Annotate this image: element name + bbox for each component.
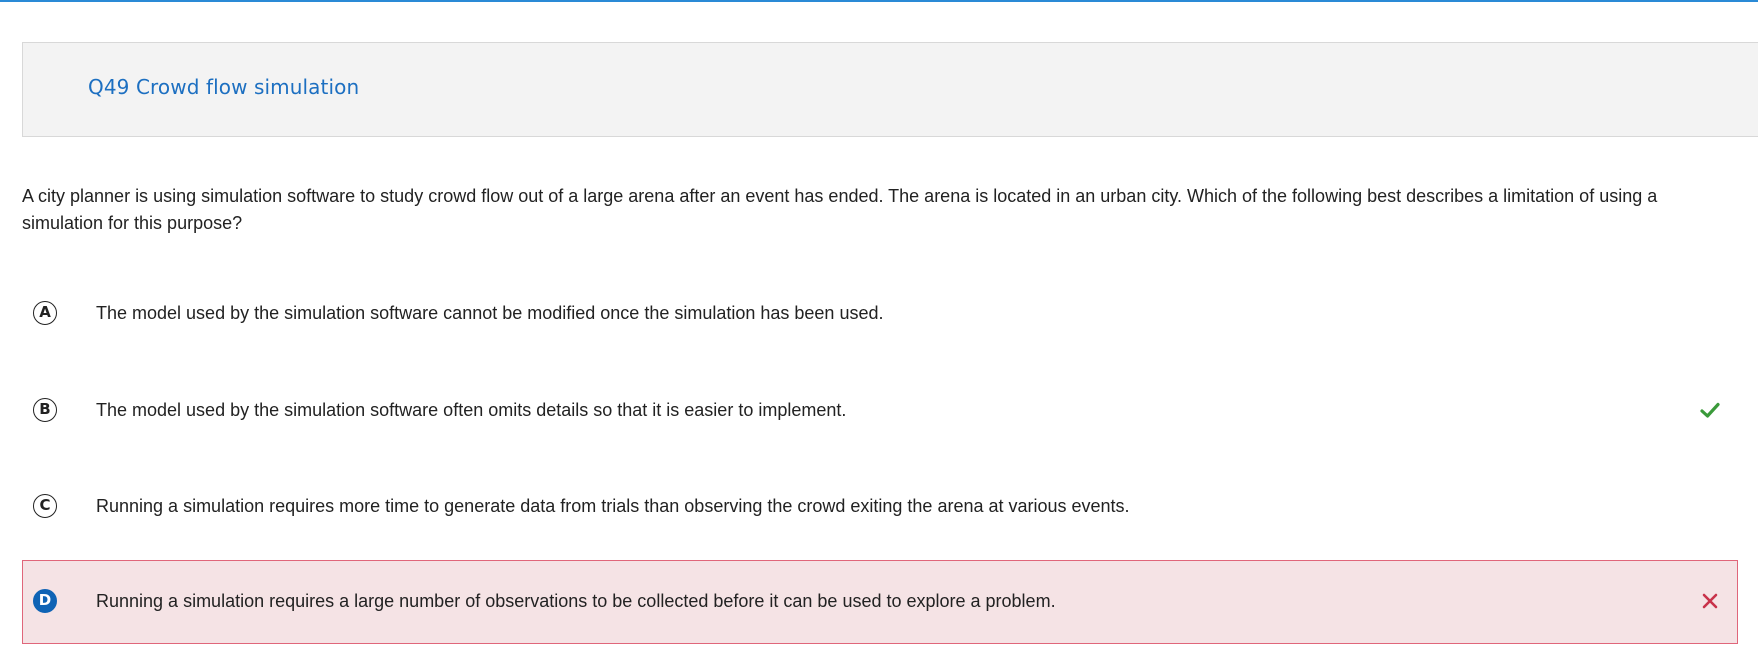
question-title: Q49 Crowd flow simulation bbox=[88, 75, 360, 99]
answer-choice-a[interactable]: A The model used by the simulation softw… bbox=[22, 272, 1738, 356]
choice-letter-c: C bbox=[33, 494, 57, 518]
choice-text-d: Running a simulation requires a large nu… bbox=[96, 591, 1056, 611]
choice-letter-b: B bbox=[33, 398, 57, 422]
answer-choice-c[interactable]: C Running a simulation requires more tim… bbox=[22, 465, 1738, 549]
choice-letter-a: A bbox=[33, 301, 57, 325]
question-header: Q49 Crowd flow simulation bbox=[22, 42, 1758, 137]
x-mark-icon bbox=[1702, 593, 1718, 609]
choice-text-b: The model used by the simulation softwar… bbox=[96, 400, 847, 420]
top-accent-rule bbox=[0, 0, 1758, 2]
answer-choice-b[interactable]: B The model used by the simulation softw… bbox=[22, 369, 1738, 453]
checkmark-icon bbox=[1700, 402, 1720, 418]
answer-choice-d[interactable]: D Running a simulation requires a large … bbox=[22, 560, 1738, 644]
choice-text-a: The model used by the simulation softwar… bbox=[96, 303, 884, 323]
choice-letter-d: D bbox=[33, 589, 57, 613]
question-prompt: A city planner is using simulation softw… bbox=[22, 186, 1658, 233]
choice-text-c: Running a simulation requires more time … bbox=[96, 496, 1130, 516]
